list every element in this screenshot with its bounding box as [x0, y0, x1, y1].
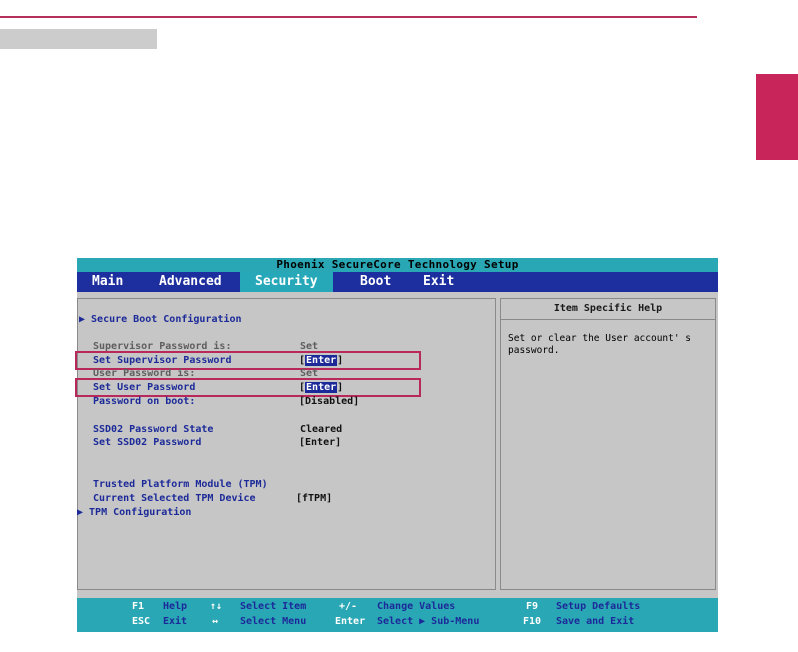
set-ssd-password-value[interactable]: [Enter]	[299, 437, 341, 449]
arrows-up-down-key: ↑↓	[210, 601, 223, 612]
ssd-password-state-value: Cleared	[300, 424, 343, 435]
f1-key: F1	[132, 601, 145, 612]
password-on-boot-value[interactable]: [Disabled]	[299, 396, 359, 408]
tpm-device-value[interactable]: [fTPM]	[296, 493, 332, 505]
help-heading: Item Specific Help	[501, 299, 715, 320]
plus-minus-key: +/-	[339, 601, 358, 612]
tab-advanced[interactable]: Advanced	[159, 272, 222, 292]
bios-menubar: Main Advanced Security Boot Exit	[77, 272, 718, 292]
highlight-box-user	[75, 378, 421, 397]
help-panel: Item Specific Help Set or clear the User…	[500, 298, 716, 590]
tab-boot[interactable]: Boot	[360, 272, 391, 292]
esc-key: ESC	[132, 616, 151, 627]
bios-footer-keybar: F1 Help ESC Exit ↑↓ Select Item ↔ Select…	[77, 598, 718, 632]
password-on-boot-item[interactable]: Password on boot:	[93, 396, 195, 408]
tab-security[interactable]: Security	[240, 272, 333, 292]
chapter-side-tab	[756, 74, 798, 160]
ssd-password-state-label: SSD02 Password State	[93, 424, 214, 435]
bios-title: Phoenix SecureCore Technology Setup	[77, 258, 718, 272]
tpm-section-title: Trusted Platform Module (TPM)	[93, 479, 268, 490]
header-placeholder-bar	[0, 29, 157, 49]
bios-setup-screen: Phoenix SecureCore Technology Setup Main…	[75, 258, 718, 632]
secure-boot-config-item[interactable]: ▶ Secure Boot Configuration	[79, 314, 242, 326]
select-item-label: Select Item	[240, 601, 307, 612]
f9-key: F9	[526, 601, 539, 612]
f1-label: Help	[163, 601, 188, 612]
top-divider	[0, 16, 697, 18]
change-values-label: Change Values	[377, 601, 456, 612]
set-ssd-password-item[interactable]: Set SSD02 Password	[93, 437, 201, 449]
select-submenu-label: Select ▶ Sub-Menu	[377, 616, 480, 627]
esc-label: Exit	[163, 616, 188, 627]
arrows-left-right-key: ↔	[212, 616, 219, 627]
select-menu-label: Select Menu	[240, 616, 307, 627]
tab-exit[interactable]: Exit	[423, 272, 454, 292]
tpm-configuration-item[interactable]: ▶ TPM Configuration	[77, 507, 191, 519]
save-and-exit-label: Save and Exit	[556, 616, 635, 627]
enter-key: Enter	[335, 616, 366, 627]
help-text: Set or clear the User account' s passwor…	[508, 333, 692, 356]
tab-main[interactable]: Main	[92, 272, 123, 292]
tpm-device-item[interactable]: Current Selected TPM Device	[93, 493, 256, 505]
f10-key: F10	[523, 616, 542, 627]
setup-defaults-label: Setup Defaults	[556, 601, 641, 612]
